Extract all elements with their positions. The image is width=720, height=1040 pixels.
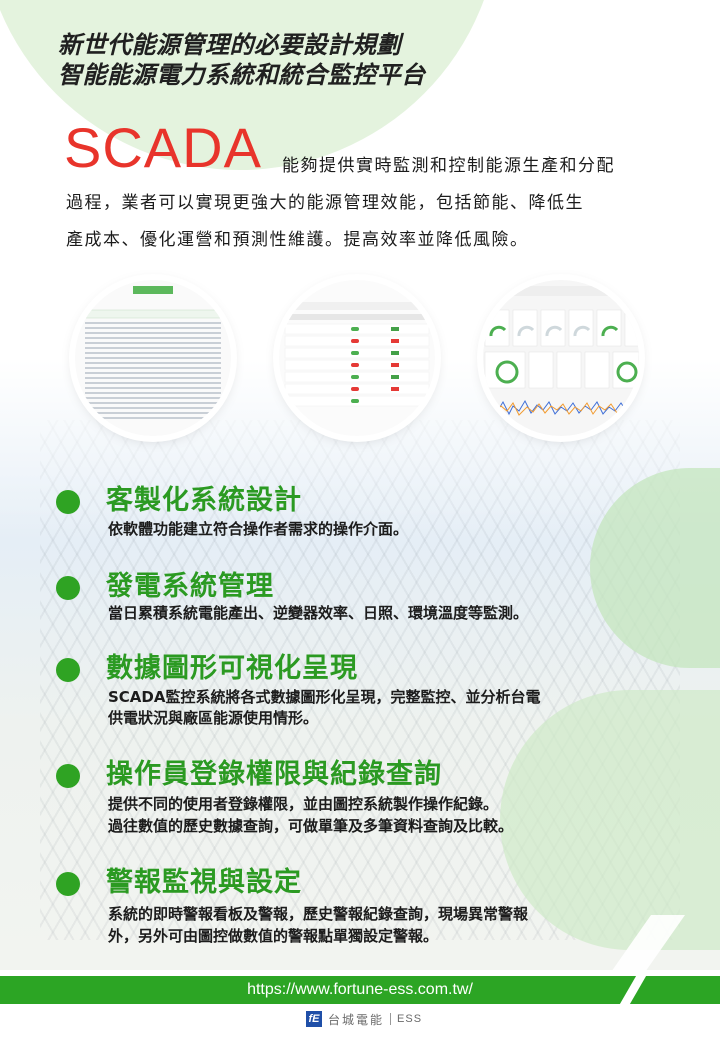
feature-title: 操作員登錄權限與紀錄查詢 (106, 759, 442, 790)
title-line-2: 智能能源電力系統和統合監控平台 (58, 61, 426, 89)
screenshot-log-list (75, 280, 231, 436)
logo-separator (390, 1013, 392, 1025)
feature-title: 警報監視與設定 (106, 867, 302, 898)
feature-desc-line-2: 外，另外可由圖控做數值的警報點單獨設定警報。 (108, 927, 439, 945)
bullet-dot-icon (56, 576, 80, 600)
page-title: 新世代能源管理的必要設計規劃 智能能源電力系統和統合監控平台 (58, 30, 426, 90)
feature-desc-line-1: 提供不同的使用者登錄權限，並由圖控系統製作操作紀錄。 (108, 795, 499, 813)
screenshot-switch-table (279, 280, 435, 436)
company-logo-icon: fE (306, 1011, 322, 1027)
feature-desc: 當日累積系統電能產出、逆變器效率、日照、環境溫度等監測。 (108, 604, 529, 622)
screenshot-gauge-dashboard (483, 280, 639, 436)
bullet-dot-icon (56, 658, 80, 682)
company-logo: fE 台城電能 ESS (306, 1010, 422, 1028)
bullet-dot-icon (56, 490, 80, 514)
brochure-page: 新世代能源管理的必要設計規劃 智能能源電力系統和統合監控平台 SCADA 能夠提… (0, 0, 720, 1040)
bullet-dot-icon (56, 764, 80, 788)
feature-desc-line-2: 過往數值的歷史數據查詢，可做單筆及多筆資料查詢及比較。 (108, 817, 514, 835)
feature-desc-line-1: SCADA監控系統將各式數據圖形化呈現，完整監控、並分析台電 (108, 688, 541, 706)
feature-title: 數據圖形可視化呈現 (106, 653, 358, 684)
switch-table-image (279, 280, 435, 436)
feature-title: 客製化系統設計 (106, 485, 302, 516)
feature-desc-line-1: 系統的即時警報看板及警報，歷史警報紀錄查詢，現場異常警報 (108, 905, 529, 923)
logo-text: 台城電能 (328, 1012, 385, 1027)
intro-line-2: 過程，業者可以實現更強大的能源管理效能，包括節能、降低生 (66, 193, 584, 213)
bullet-dot-icon (56, 872, 80, 896)
website-link[interactable]: https://www.fortune-ess.com.tw/ (0, 976, 720, 1004)
logo-ess-text: ESS (397, 1013, 423, 1025)
feature-desc: 依軟體功能建立符合操作者需求的操作介面。 (108, 520, 409, 538)
title-line-1: 新世代能源管理的必要設計規劃 (58, 31, 401, 59)
intro-line-3: 產成本、優化運營和預測性維護。提高效率並降低風險。 (66, 230, 529, 250)
feature-desc-line-2: 供電狀況與廠區能源使用情形。 (108, 709, 319, 727)
feature-title: 發電系統管理 (106, 571, 274, 602)
intro-paragraph: 能夠提供實時監測和控制能源生產和分配 過程，業者可以實現更強大的能源管理效能，包… (66, 148, 666, 259)
intro-line-1: 能夠提供實時監測和控制能源生產和分配 (282, 156, 615, 176)
gauge-dashboard-image (483, 280, 639, 436)
log-list-image (75, 280, 231, 436)
